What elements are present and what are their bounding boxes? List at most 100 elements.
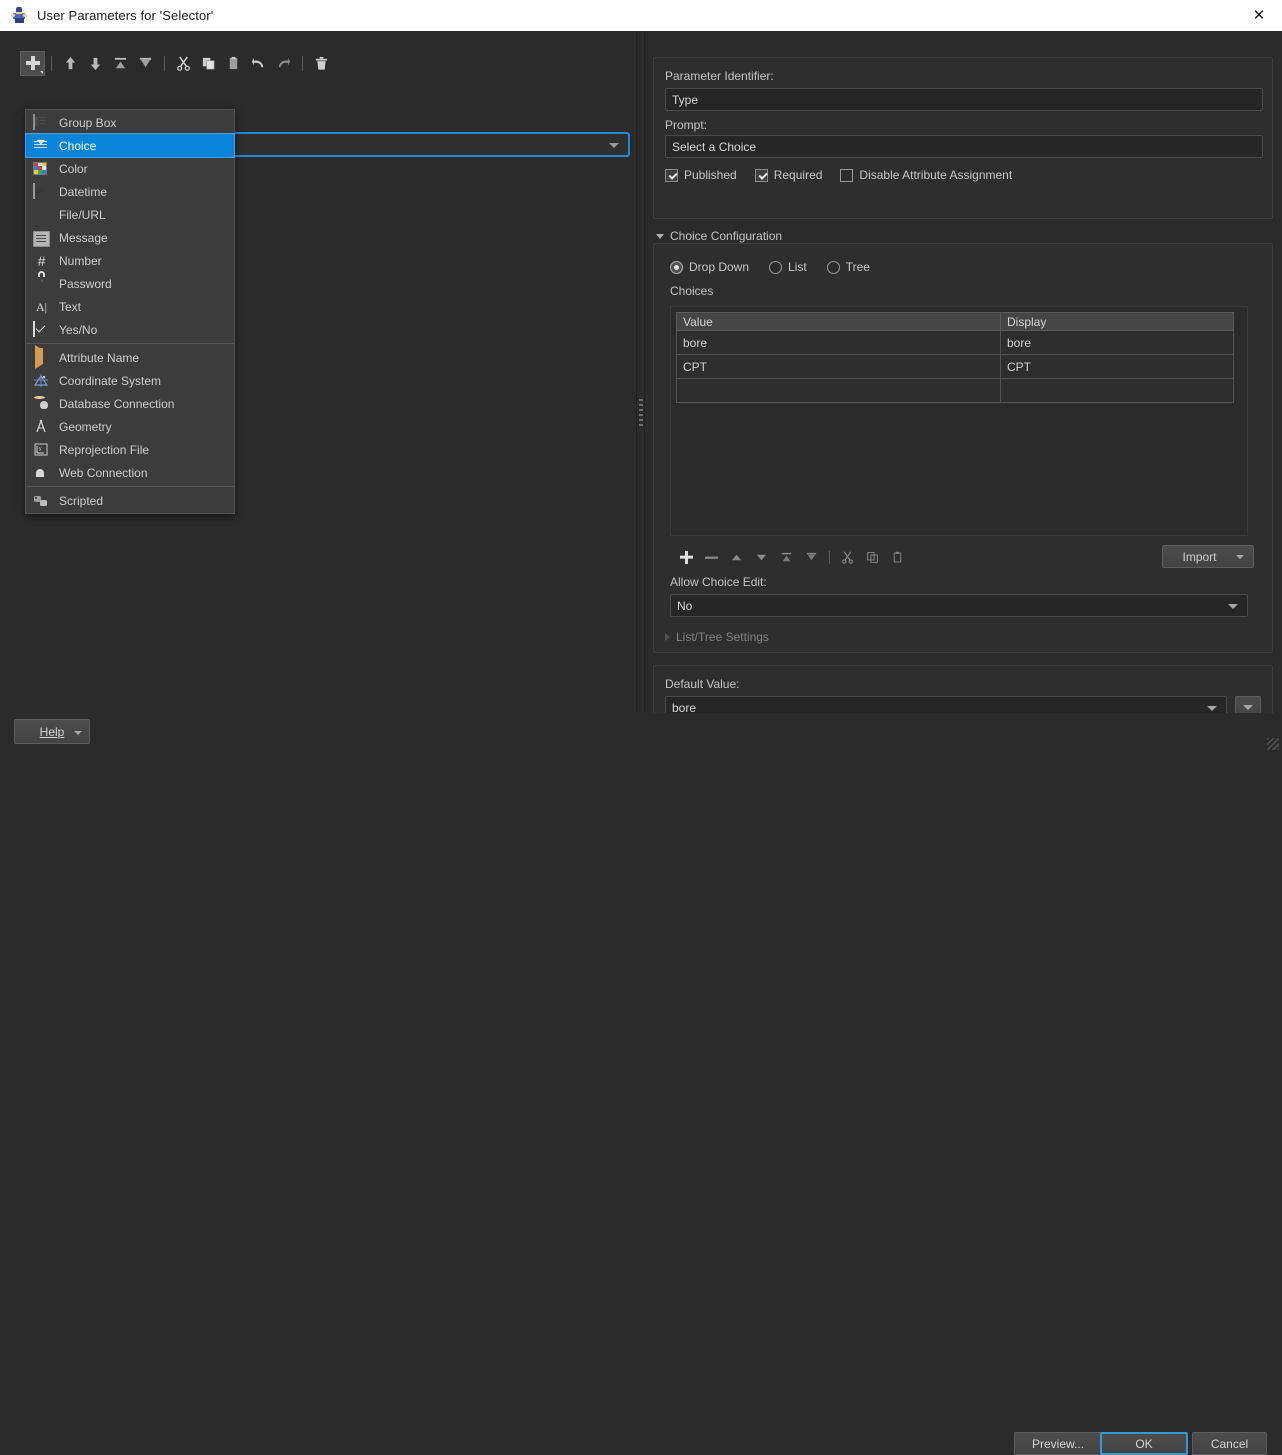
attribute-arrow-icon (33, 344, 50, 369)
add-parameter-button[interactable] (20, 50, 45, 76)
menu-item-password[interactable]: Password (26, 272, 234, 295)
column-header-value[interactable]: Value (677, 313, 1001, 330)
copy-choice-button[interactable] (860, 546, 885, 568)
menu-item-choice[interactable]: Choice (25, 133, 235, 158)
menu-item-reprojection-file[interactable]: y Reprojection File (26, 438, 234, 461)
prompt-input[interactable]: Select a Choice (665, 135, 1263, 158)
menu-item-label: Web Connection (59, 465, 148, 480)
delete-button[interactable] (309, 51, 334, 76)
move-to-top-button[interactable] (108, 51, 133, 76)
required-checkbox[interactable]: Required (754, 168, 822, 182)
title-bar: User Parameters for 'Selector' ✕ (0, 0, 1282, 32)
move-to-bottom-button[interactable] (133, 51, 158, 76)
move-choice-down-button[interactable] (749, 546, 774, 568)
choice-configuration-header[interactable]: Choice Configuration (656, 229, 782, 243)
menu-item-attribute-name[interactable]: Attribute Name (26, 344, 234, 369)
list-tree-settings-header[interactable]: List/Tree Settings (665, 630, 769, 644)
cell-display[interactable]: CPT (1001, 355, 1233, 378)
list-tree-settings-title: List/Tree Settings (676, 630, 769, 644)
menu-item-geometry[interactable]: Geometry (26, 415, 234, 438)
choice-icon (33, 138, 50, 154)
move-choice-to-bottom-button[interactable] (799, 546, 824, 568)
color-swatch-icon (33, 161, 50, 177)
move-up-button[interactable] (58, 51, 83, 76)
menu-item-file-url[interactable]: File/URL (26, 203, 234, 226)
radio-unselected-icon (769, 260, 783, 274)
prompt-label: Prompt: (665, 118, 708, 132)
allow-choice-edit-dropdown[interactable]: No (670, 594, 1248, 617)
published-checkbox[interactable]: Published (665, 168, 737, 182)
chevron-down-icon (74, 731, 82, 735)
choices-row-toolbar (674, 546, 910, 568)
move-choice-to-top-button[interactable] (774, 546, 799, 568)
radio-tree[interactable]: Tree (826, 260, 870, 274)
chevron-down-icon (1236, 554, 1244, 559)
menu-item-label: Color (59, 161, 88, 176)
menu-item-scripted[interactable]: Scripted (26, 489, 234, 512)
move-choice-up-button[interactable] (724, 546, 749, 568)
menu-item-yes-no[interactable]: Yes/No (26, 318, 234, 341)
compass-icon (33, 419, 50, 435)
cell-display[interactable] (1001, 379, 1233, 402)
move-down-button[interactable] (83, 51, 108, 76)
choice-configuration-group: Drop Down List Tree Choices Value Displa… (653, 243, 1273, 653)
radio-list[interactable]: List (769, 260, 807, 274)
toolbar-separator (829, 550, 830, 564)
choices-label: Choices (670, 284, 714, 298)
cut-choice-button[interactable] (835, 546, 860, 568)
cell-value[interactable]: bore (677, 331, 1001, 354)
radio-drop-down[interactable]: Drop Down (670, 260, 749, 274)
menu-item-number[interactable]: # Number (26, 249, 234, 272)
cell-value[interactable] (677, 379, 1001, 402)
arrow-to-bottom-icon (139, 57, 152, 67)
close-icon[interactable]: ✕ (1236, 0, 1282, 31)
remove-choice-button[interactable] (699, 546, 724, 568)
paste-choice-button[interactable] (885, 546, 910, 568)
help-button[interactable]: Help (14, 719, 90, 744)
import-button[interactable]: Import (1162, 545, 1254, 568)
menu-item-web-connection[interactable]: Web Connection (26, 461, 234, 484)
undo-button[interactable] (246, 51, 271, 76)
coordinate-system-icon (33, 373, 50, 389)
menu-item-label: Yes/No (59, 322, 98, 337)
table-row[interactable]: CPT CPT (676, 355, 1234, 379)
allow-choice-edit-value: No (677, 598, 693, 613)
identification-group: Parameter Identifier: Type Prompt: Selec… (653, 57, 1273, 219)
calendar-icon: 10 (33, 182, 50, 200)
add-choice-button[interactable] (674, 546, 699, 568)
preview-button[interactable]: Preview... (1014, 1432, 1102, 1455)
menu-item-group-box[interactable]: Group Box (26, 111, 234, 134)
dialog-footer: Help Preview... OK Cancel (0, 713, 1282, 1455)
arrow-to-top-icon (114, 57, 127, 68)
menu-item-datetime[interactable]: 10 Datetime (26, 180, 234, 203)
cell-value[interactable]: CPT (677, 355, 1001, 378)
menu-item-coordinate-system[interactable]: Coordinate System (26, 369, 234, 392)
paste-button[interactable] (221, 51, 246, 76)
plus-icon (25, 56, 40, 70)
menu-item-label: Number (59, 253, 102, 268)
table-row[interactable] (676, 379, 1234, 403)
pane-splitter[interactable] (636, 31, 645, 713)
menu-item-database-connection[interactable]: Database Connection (26, 392, 234, 415)
parameter-identifier-input[interactable]: Type (665, 88, 1263, 111)
menu-item-color[interactable]: Color (26, 157, 234, 180)
disable-attribute-assignment-checkbox[interactable]: Disable Attribute Assignment (840, 168, 1012, 182)
parameter-combo[interactable] (222, 132, 630, 157)
add-parameter-menu: Group Box Choice Color 10 Datetime File/… (25, 109, 235, 514)
menu-item-text[interactable]: A| Text (26, 295, 234, 318)
redo-button[interactable] (271, 51, 296, 76)
hash-icon: # (37, 252, 46, 269)
cancel-button[interactable]: Cancel (1192, 1432, 1267, 1455)
file-icon (33, 207, 50, 223)
chevron-down-icon (1243, 705, 1253, 710)
copy-button[interactable] (196, 51, 221, 76)
triangle-to-top-icon (781, 552, 792, 561)
menu-item-message[interactable]: Message (26, 226, 234, 249)
chevron-down-icon (40, 70, 43, 74)
cell-display[interactable]: bore (1001, 331, 1233, 354)
table-row[interactable]: bore bore (676, 331, 1234, 355)
resize-grip[interactable] (1267, 738, 1279, 750)
ok-button[interactable]: OK (1100, 1432, 1188, 1455)
cut-button[interactable] (171, 51, 196, 76)
column-header-display[interactable]: Display (1001, 313, 1233, 330)
